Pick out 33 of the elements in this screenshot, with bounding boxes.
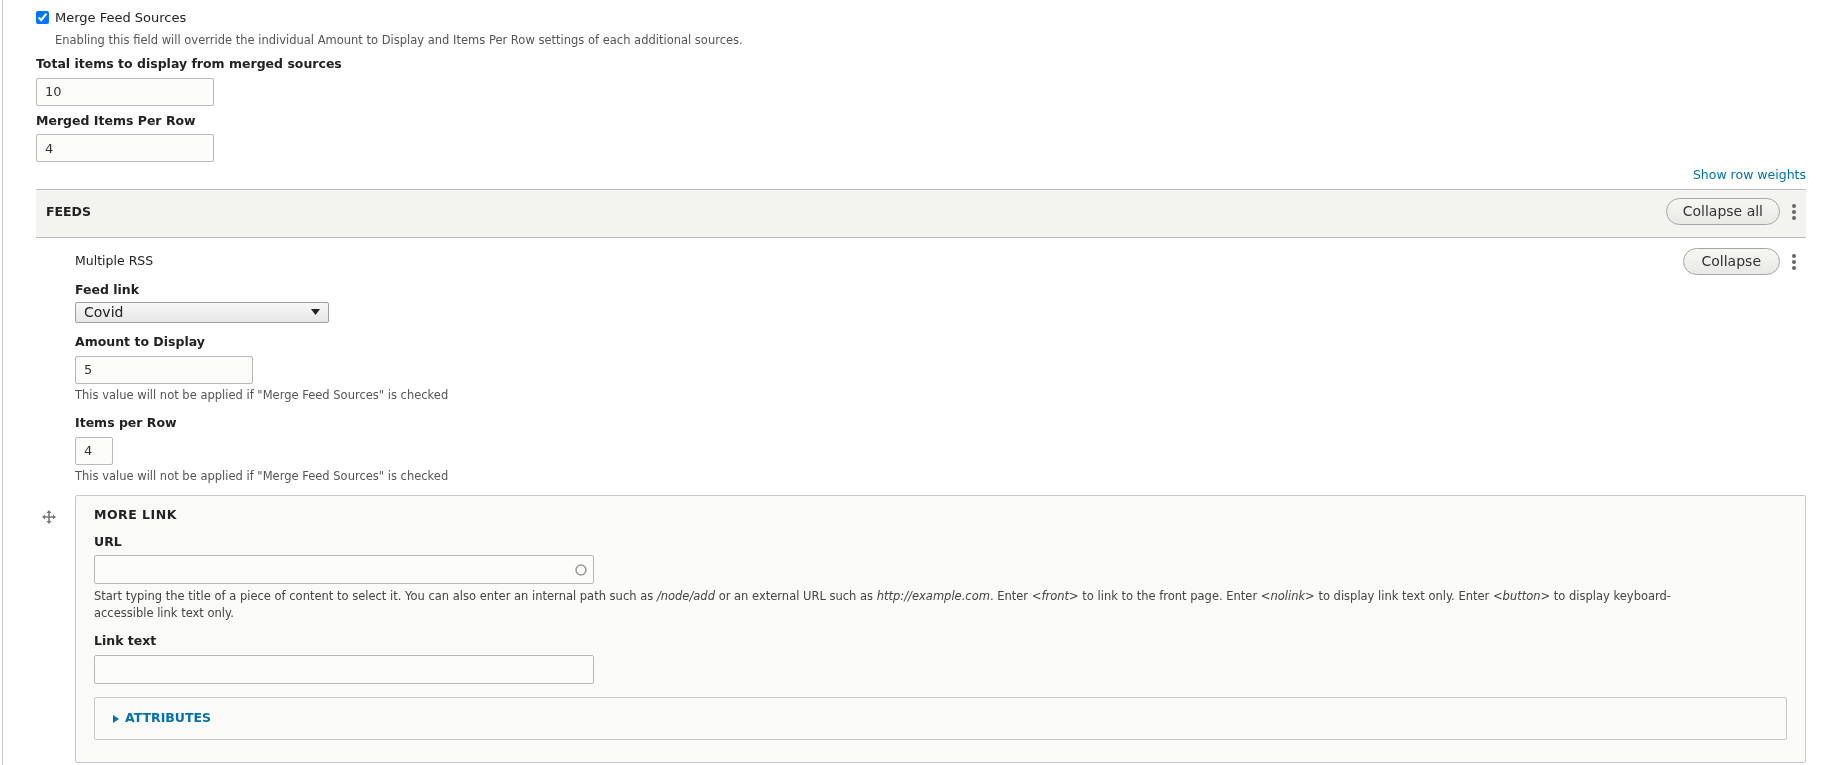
table-heading: FEEDS — [46, 203, 91, 221]
feed-link-select[interactable]: Covid — [75, 301, 329, 323]
field-label: Total items to display from merged sources — [36, 54, 343, 73]
attributes-toggle[interactable]: ATTRIBUTES — [113, 709, 212, 728]
field-description: Enabling this field will override the individual Amount to Display and Items Per Row settings of each additional sources. — [55, 31, 744, 49]
feed-item-title: Multiple RSS — [75, 252, 154, 271]
number-field[interactable]: 10 — [36, 77, 214, 106]
field-label: Items per Row — [75, 413, 178, 432]
more-options-icon[interactable] — [1792, 203, 1796, 220]
show-row-weights-link[interactable]: Show row weights — [1692, 166, 1806, 185]
merge-checkbox[interactable] — [36, 11, 49, 25]
link-text-field[interactable] — [94, 655, 594, 684]
field-label: Link text — [94, 632, 158, 651]
url-field[interactable] — [94, 555, 594, 585]
field-label: URL — [94, 532, 123, 551]
number-field[interactable]: 4 — [75, 436, 113, 465]
autocomplete-throbber-icon — [575, 563, 587, 576]
field-description: Start typing the title of a piece of content to select it. You can also enter an internal path such as /node/add or an external URL such as http://example.com. Enter <front> to link to the front page. Enter <nolink> to display link text only. Enter <button> to display keyboard-accessible link text only. — [94, 588, 1672, 623]
field-label: Merged Items Per Row — [36, 111, 197, 130]
expand-triangle-icon — [113, 714, 119, 723]
fieldset-legend: MORE LINK — [94, 505, 1787, 525]
field-label: Feed link — [75, 281, 141, 299]
field-description: This value will not be applied if "Merge Feed Sources" is checked — [75, 467, 450, 485]
dropdown-caret-icon — [311, 309, 320, 316]
drag-handle-icon[interactable] — [42, 509, 56, 524]
collapse-all-button[interactable]: Collapse all — [1665, 198, 1780, 225]
field-label: Amount to Display — [75, 332, 206, 351]
field-description: This value will not be applied if "Merge Feed Sources" is checked — [75, 386, 450, 404]
number-field[interactable]: 4 — [36, 134, 214, 163]
more-options-icon[interactable] — [1792, 253, 1796, 270]
collapse-button[interactable]: Collapse — [1682, 248, 1780, 275]
number-field[interactable]: 5 — [75, 355, 253, 384]
checkbox-label: Merge Feed Sources — [55, 9, 187, 27]
